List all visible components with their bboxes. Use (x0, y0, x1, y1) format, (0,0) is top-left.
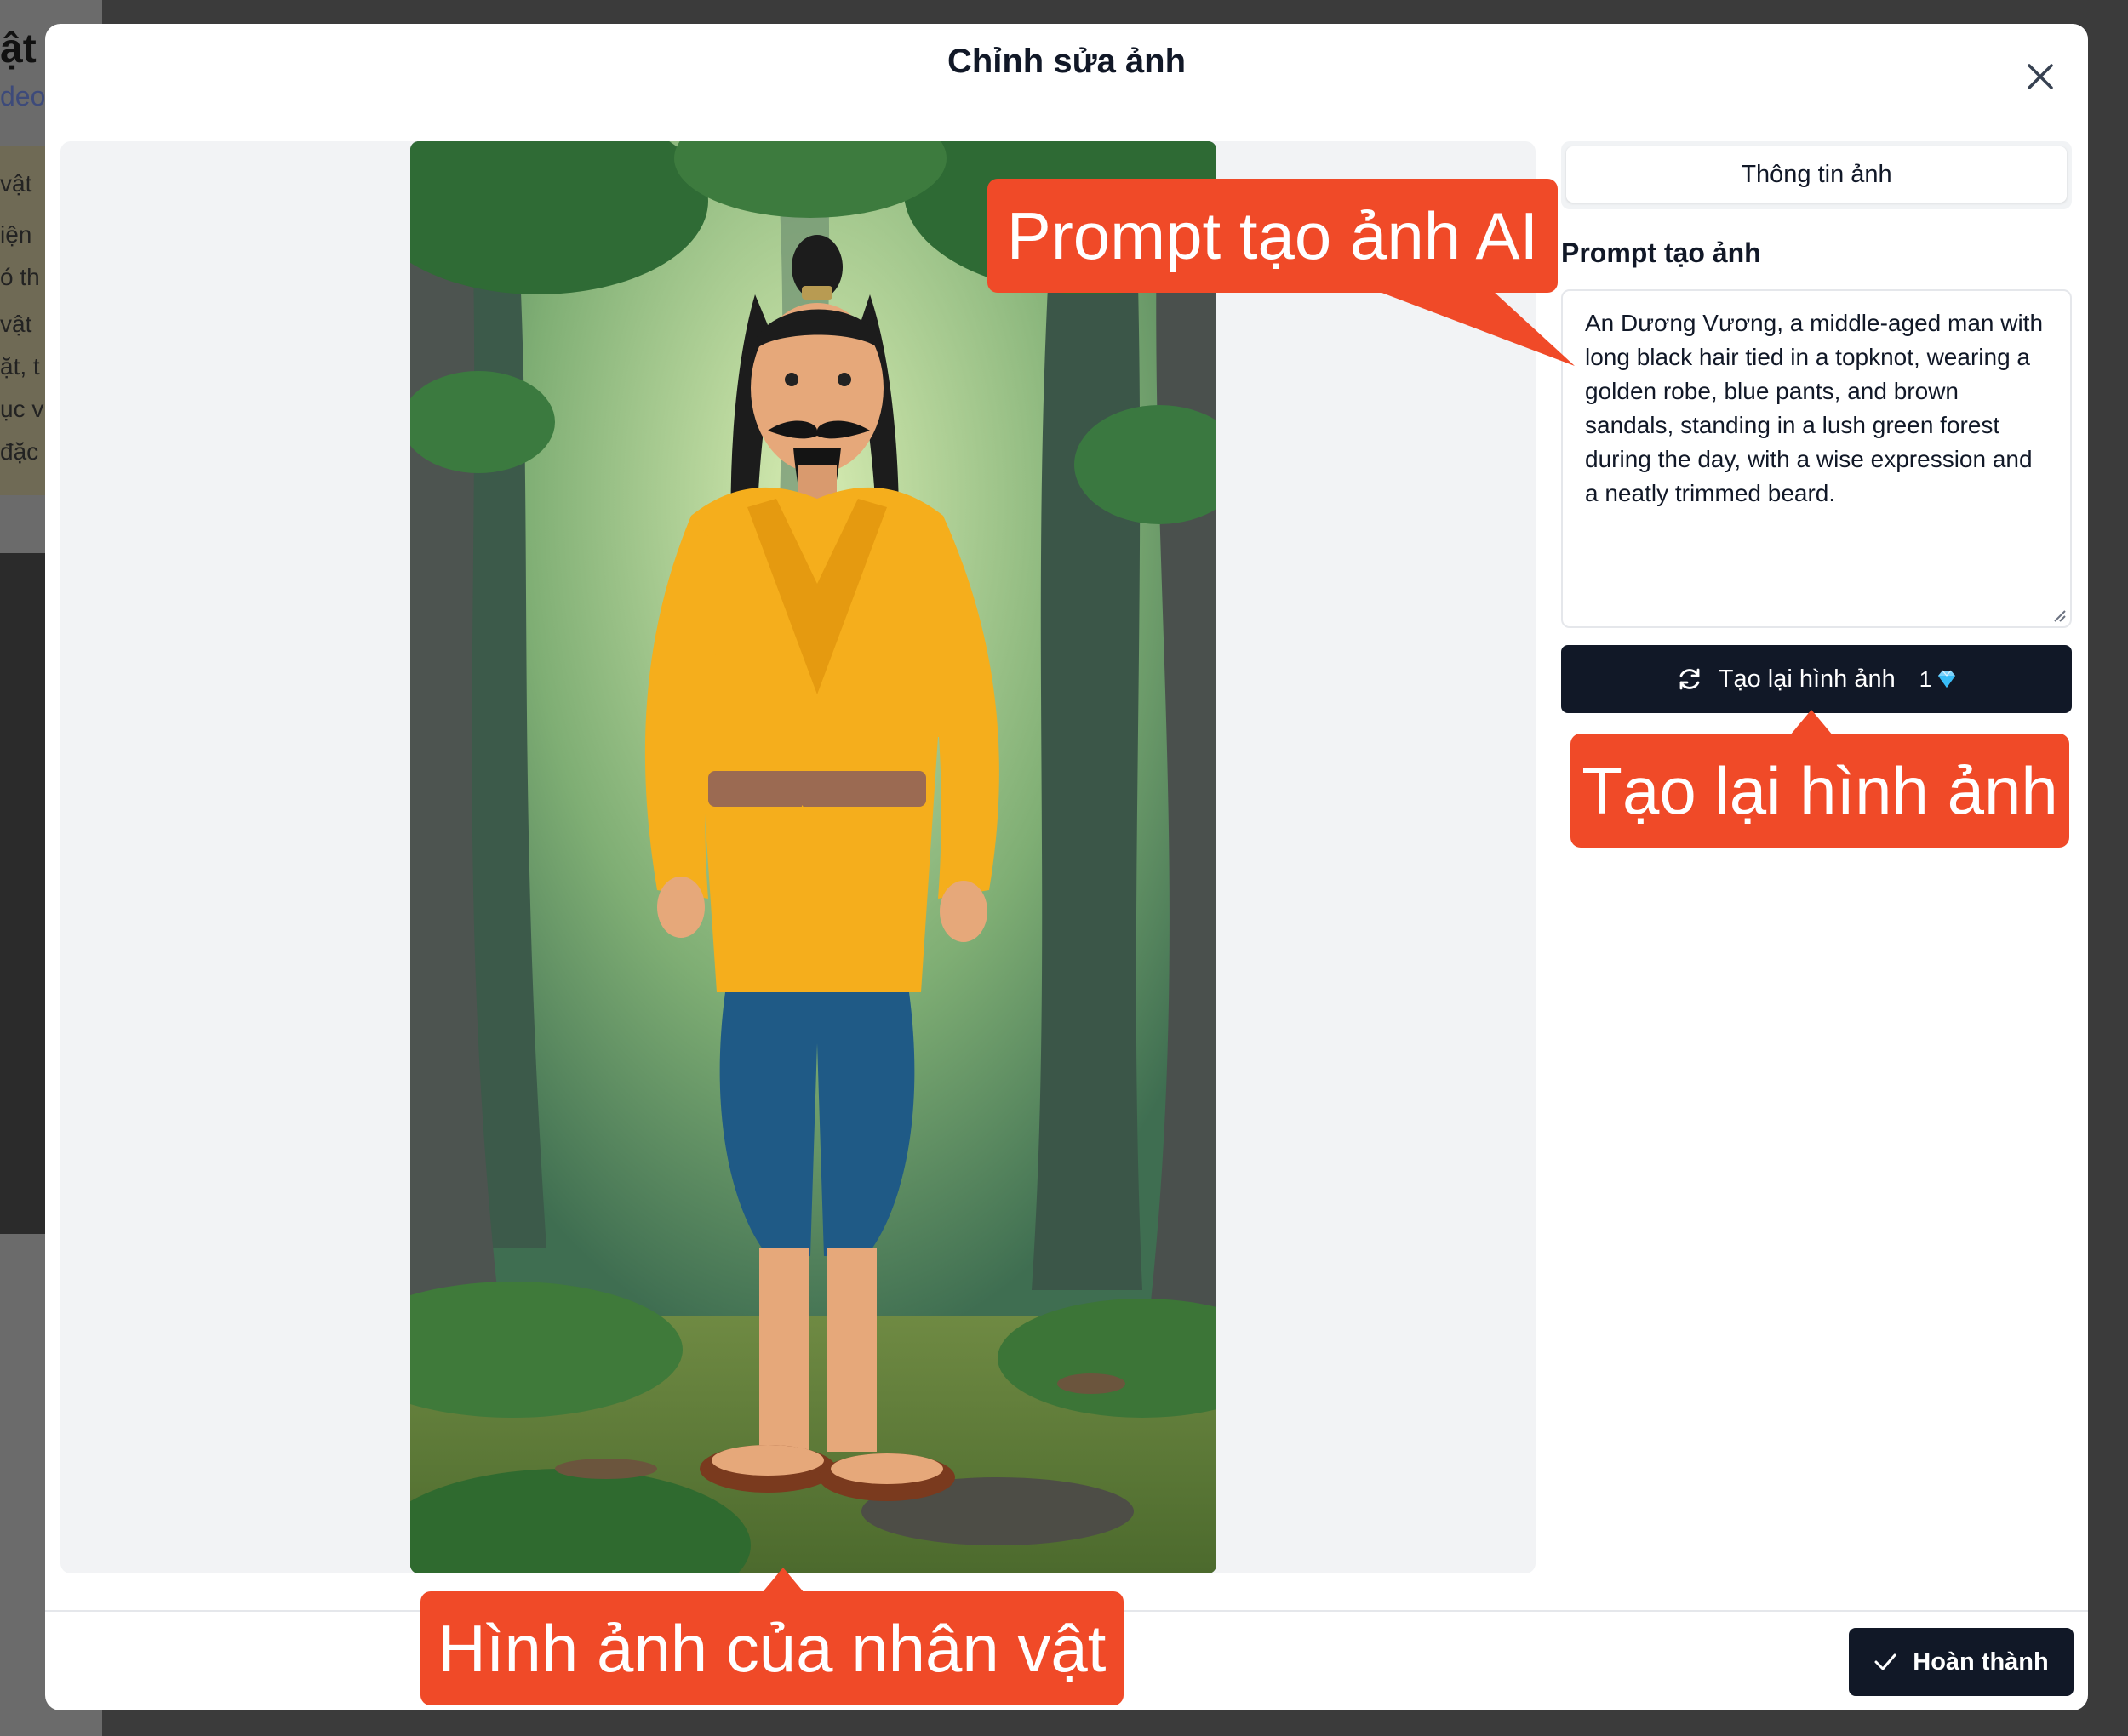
resize-handle-icon[interactable] (2051, 608, 2067, 623)
character-image (410, 141, 1216, 1573)
credit-cost: 1 (1919, 666, 1957, 693)
modal-title: Chỉnh sửa ảnh (947, 43, 1187, 80)
close-button[interactable] (2016, 53, 2064, 100)
refresh-icon (1679, 668, 1700, 690)
regenerate-button-label: Tạo lại hình ảnh (1718, 665, 1896, 693)
image-callout-pointer (762, 1568, 804, 1593)
prompt-callout: Prompt tạo ảnh AI (987, 179, 1558, 293)
regenerate-image-button[interactable]: Tạo lại hình ảnh 1 (1561, 645, 2072, 713)
check-icon (1874, 1653, 1896, 1670)
background-line: ục v (0, 396, 44, 422)
credit-cost-value: 1 (1919, 665, 1932, 692)
tab-bar: Thông tin ảnh (1561, 141, 2072, 209)
background-line: ặt, t (0, 353, 40, 380)
tab-image-info[interactable]: Thông tin ảnh (1566, 146, 2067, 203)
prompt-textarea[interactable]: An Dương Vương, a middle-aged man with l… (1561, 289, 2072, 628)
regenerate-callout: Tạo lại hình ảnh (1570, 734, 2069, 848)
prompt-text: An Dương Vương, a middle-aged man with l… (1585, 310, 2044, 506)
image-callout: Hình ảnh của nhân vật (420, 1591, 1124, 1705)
background-line: vật (0, 170, 32, 197)
done-button[interactable]: Hoàn thành (1849, 1628, 2074, 1696)
done-button-label: Hoàn thành (1913, 1647, 2049, 1676)
regenerate-callout-pointer (1790, 710, 1833, 735)
close-icon (2028, 64, 2053, 89)
image-preview-area (60, 141, 1536, 1573)
background-line: ó th (0, 264, 40, 290)
background-subtitle: deo (0, 81, 46, 111)
gem-icon (1938, 670, 1956, 688)
prompt-label: Prompt tạo ảnh (1561, 237, 1761, 268)
background-line: vật (0, 311, 32, 337)
background-title: ật (0, 26, 37, 71)
background-line: đặc (0, 438, 39, 465)
background-line: iện (0, 221, 32, 248)
character-illustration (410, 141, 1216, 1573)
